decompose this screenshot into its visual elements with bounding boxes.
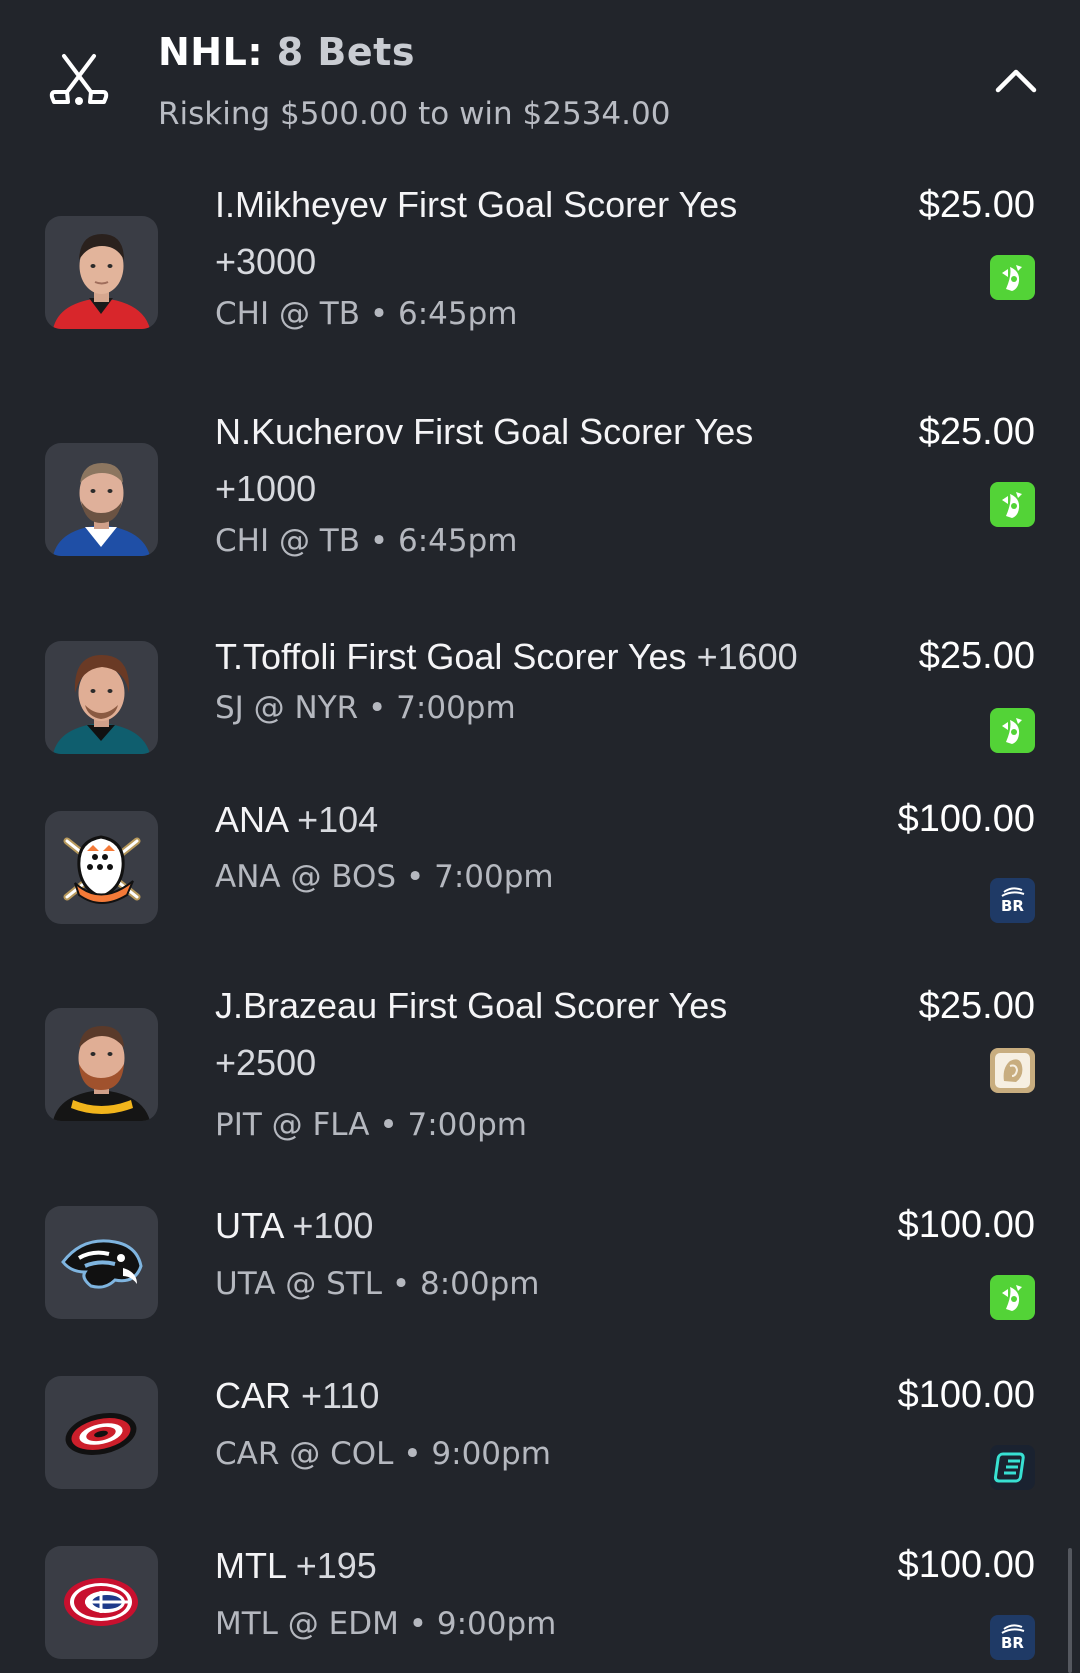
bet-title: MTL +195 [215, 1537, 855, 1594]
draftkings-logo [990, 708, 1035, 753]
bet-selection: N.Kucherov First Goal Scorer Yes [215, 411, 754, 452]
bet-row[interactable]: I.Mikheyev First Goal Scorer Yes +3000 C… [0, 170, 1080, 370]
bet-title: I.Mikheyev First Goal Scorer Yes +3000 [215, 176, 855, 290]
bet-title: T.Toffoli First Goal Scorer Yes +1600 [215, 628, 875, 685]
game-info: UTA @ STL • 8:00pm [215, 1266, 540, 1302]
draftkings-logo [990, 1275, 1035, 1320]
bet-row[interactable]: J.Brazeau First Goal Scorer Yes +2500 PI… [0, 980, 1080, 1180]
bet-row[interactable]: N.Kucherov First Goal Scorer Yes +1000 C… [0, 397, 1080, 597]
bet-odds: +2500 [215, 1042, 317, 1083]
betrivers-logo: BR [990, 878, 1035, 923]
game-info: MTL @ EDM • 9:00pm [215, 1606, 557, 1642]
league-name: NHL: [158, 30, 264, 74]
betmgm-logo [990, 1048, 1035, 1093]
bet-odds: +1600 [696, 636, 798, 677]
bet-odds: +3000 [215, 241, 317, 282]
player-headshot [45, 216, 158, 329]
bet-odds: +110 [301, 1375, 380, 1416]
header-title: NHL: 8 Bets [158, 30, 415, 74]
player-headshot [45, 443, 158, 556]
bet-odds: +104 [297, 799, 379, 840]
bet-selection: ANA [215, 799, 288, 840]
ducks-logo [45, 811, 158, 924]
bet-selection: UTA [215, 1205, 283, 1246]
stake-amount: $100.00 [897, 1374, 1035, 1416]
bet-title: CAR +110 [215, 1367, 855, 1424]
betrivers-logo: BR [990, 1615, 1035, 1660]
game-info: PIT @ FLA • 7:00pm [215, 1107, 527, 1143]
bet-row[interactable]: CAR +110 CAR @ COL • 9:00pm $100.00 [0, 1360, 1080, 1510]
bet-row[interactable]: MTL +195 MTL @ EDM • 9:00pm $100.00 BR [0, 1530, 1080, 1673]
bet-title: ANA +104 [215, 791, 855, 848]
stake-amount: $25.00 [918, 411, 1035, 453]
bet-list-screen: NHL: 8 Bets Risking $500.00 to win $2534… [0, 0, 1080, 1673]
chevron-up-icon[interactable] [990, 60, 1042, 100]
bet-row[interactable]: UTA +100 UTA @ STL • 8:00pm $100.00 [0, 1190, 1080, 1340]
game-info: CHI @ TB • 6:45pm [215, 296, 518, 332]
draftkings-logo [990, 482, 1035, 527]
stake-amount: $100.00 [897, 1204, 1035, 1246]
stake-amount: $25.00 [918, 985, 1035, 1027]
game-info: CAR @ COL • 9:00pm [215, 1436, 551, 1472]
risk-summary: Risking $500.00 to win $2534.00 [158, 96, 671, 132]
bet-row[interactable]: T.Toffoli First Goal Scorer Yes +1600 SJ… [0, 623, 1080, 773]
bet-selection: I.Mikheyev First Goal Scorer Yes [215, 184, 738, 225]
bet-title: N.Kucherov First Goal Scorer Yes +1000 [215, 403, 855, 517]
stake-amount: $100.00 [897, 798, 1035, 840]
player-headshot [45, 641, 158, 754]
canadiens-logo [45, 1546, 158, 1659]
bet-odds: +195 [295, 1545, 377, 1586]
svg-text:BR: BR [1001, 1634, 1024, 1652]
bet-selection: MTL [215, 1545, 286, 1586]
stake-amount: $100.00 [897, 1544, 1035, 1586]
league-group-header[interactable]: NHL: 8 Bets Risking $500.00 to win $2534… [0, 0, 1080, 160]
bet-odds: +100 [292, 1205, 374, 1246]
bet-count: 8 Bets [276, 30, 415, 74]
stake-amount: $25.00 [918, 635, 1035, 677]
utah-logo [45, 1206, 158, 1319]
hurricanes-logo [45, 1376, 158, 1489]
game-info: CHI @ TB • 6:45pm [215, 523, 518, 559]
player-headshot [45, 1008, 158, 1121]
bet-title: UTA +100 [215, 1197, 855, 1254]
bet-selection: CAR [215, 1375, 292, 1416]
draftkings-logo [990, 255, 1035, 300]
stake-amount: $25.00 [918, 184, 1035, 226]
svg-text:BR: BR [1001, 897, 1024, 915]
bet-selection: J.Brazeau First Goal Scorer Yes [215, 985, 728, 1026]
scrollbar[interactable] [1068, 1548, 1072, 1673]
hockey-sticks-icon [48, 52, 110, 108]
bet-title: J.Brazeau First Goal Scorer Yes +2500 [215, 977, 855, 1091]
espnbet-logo [990, 1445, 1035, 1490]
game-info: SJ @ NYR • 7:00pm [215, 690, 516, 726]
bet-row[interactable]: ANA +104 ANA @ BOS • 7:00pm $100.00 BR [0, 793, 1080, 943]
bet-odds: +1000 [215, 468, 317, 509]
bet-selection: T.Toffoli First Goal Scorer Yes [215, 636, 687, 677]
game-info: ANA @ BOS • 7:00pm [215, 859, 554, 895]
